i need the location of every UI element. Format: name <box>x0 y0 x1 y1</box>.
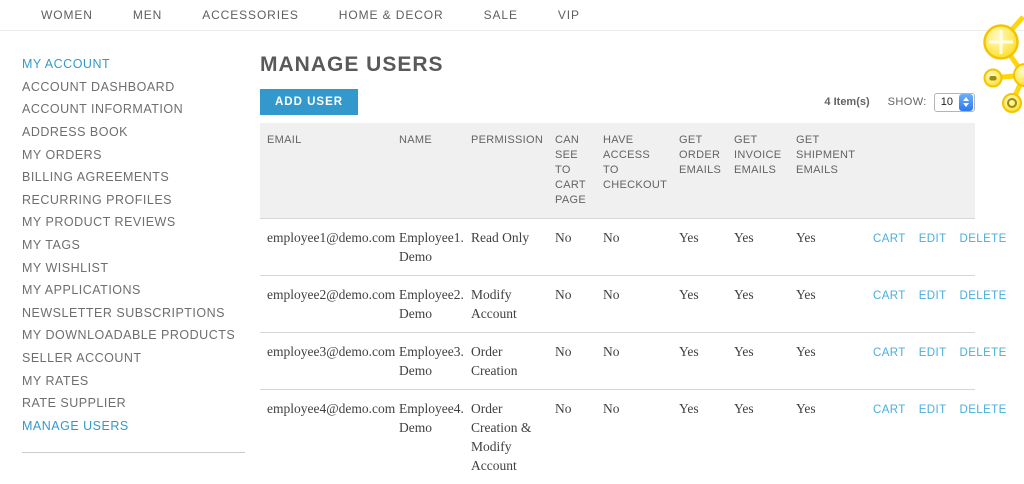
sidebar-item-account-dashboard[interactable]: ACCOUNT DASHBOARD <box>22 76 260 99</box>
cell-actions: CARTEDITDELETE <box>853 276 975 333</box>
column-header-have-access-to-checkout: HAVE ACCESS TO CHECKOUT <box>596 123 672 219</box>
main-content: MANAGE USERS ADD USER 4 Item(s) SHOW: 10… <box>260 31 975 484</box>
cell-name: Employee3. Demo <box>392 333 464 390</box>
sidebar-item-billing-agreements[interactable]: BILLING AGREEMENTS <box>22 166 260 189</box>
cell-name: Employee1. Demo <box>392 219 464 276</box>
column-header-get-invoice-emails: GET INVOICE EMAILS <box>727 123 789 219</box>
cell-can-see-to-cart-page: No <box>548 333 596 390</box>
cell-name: Employee2. Demo <box>392 276 464 333</box>
cart-link[interactable]: CART <box>873 233 906 245</box>
cell-email: employee2@demo.com <box>260 276 392 333</box>
top-nav: WOMEN MEN ACCESSORIES HOME & DECOR SALE VIP <box>0 0 1024 31</box>
column-header-name: NAME <box>392 123 464 219</box>
delete-link[interactable]: DELETE <box>960 404 1007 416</box>
cell-permission: Read Only <box>464 219 548 276</box>
sidebar-divider <box>22 452 245 453</box>
page-size-select[interactable]: 10 <box>934 93 975 112</box>
sidebar-item-my-product-reviews[interactable]: MY PRODUCT REVIEWS <box>22 211 260 234</box>
cell-get-shipment-emails: Yes <box>789 333 853 390</box>
account-sidebar: MY ACCOUNTACCOUNT DASHBOARDACCOUNT INFOR… <box>0 31 260 484</box>
add-user-button[interactable]: ADD USER <box>260 89 358 115</box>
edit-link[interactable]: EDIT <box>919 290 947 302</box>
cell-get-invoice-emails: Yes <box>727 219 789 276</box>
cell-get-shipment-emails: Yes <box>789 276 853 333</box>
table-head: EMAILNAMEPERMISSIONCAN SEE TO CART PAGEH… <box>260 123 975 219</box>
cell-get-order-emails: Yes <box>672 219 727 276</box>
nav-item-accessories[interactable]: ACCESSORIES <box>202 8 299 22</box>
column-header-actions <box>853 123 975 219</box>
table-row: employee1@demo.comEmployee1. DemoRead On… <box>260 219 975 276</box>
column-header-can-see-to-cart-page: CAN SEE TO CART PAGE <box>548 123 596 219</box>
item-count: 4 Item(s) <box>824 96 869 108</box>
sidebar-item-rate-supplier[interactable]: RATE SUPPLIER <box>22 392 260 415</box>
table-row: employee3@demo.comEmployee3. DemoOrder C… <box>260 333 975 390</box>
column-header-email: EMAIL <box>260 123 392 219</box>
sidebar-item-my-tags[interactable]: MY TAGS <box>22 234 260 257</box>
table-row: employee2@demo.comEmployee2. DemoModify … <box>260 276 975 333</box>
cell-actions: CARTEDITDELETE <box>853 333 975 390</box>
cell-can-see-to-cart-page: No <box>548 219 596 276</box>
cell-actions: CARTEDITDELETE <box>853 219 975 276</box>
nav-item-vip[interactable]: VIP <box>558 8 580 22</box>
page-size-value: 10 <box>935 96 959 108</box>
cell-get-invoice-emails: Yes <box>727 333 789 390</box>
cell-have-access-to-checkout: No <box>596 333 672 390</box>
column-header-permission: PERMISSION <box>464 123 548 219</box>
delete-link[interactable]: DELETE <box>960 233 1007 245</box>
cart-link[interactable]: CART <box>873 290 906 302</box>
nav-item-men[interactable]: MEN <box>133 8 162 22</box>
sidebar-item-my-rates[interactable]: MY RATES <box>22 369 260 392</box>
edit-link[interactable]: EDIT <box>919 404 947 416</box>
cell-have-access-to-checkout: No <box>596 276 672 333</box>
page-layout: MY ACCOUNTACCOUNT DASHBOARDACCOUNT INFOR… <box>0 31 1024 484</box>
sidebar-item-my-downloadable-products[interactable]: MY DOWNLOADABLE PRODUCTS <box>22 324 260 347</box>
chevron-down-icon <box>963 103 969 107</box>
column-header-get-order-emails: GET ORDER EMAILS <box>672 123 727 219</box>
cell-permission: Order Creation <box>464 333 548 390</box>
nav-item-women[interactable]: WOMEN <box>41 8 93 22</box>
table-body: employee1@demo.comEmployee1. DemoRead On… <box>260 219 975 484</box>
cell-permission: Modify Account <box>464 276 548 333</box>
sidebar-item-my-applications[interactable]: MY APPLICATIONS <box>22 279 260 302</box>
delete-link[interactable]: DELETE <box>960 347 1007 359</box>
sidebar-item-manage-users[interactable]: MANAGE USERS <box>22 415 260 438</box>
cell-have-access-to-checkout: No <box>596 219 672 276</box>
delete-link[interactable]: DELETE <box>960 290 1007 302</box>
sidebar-item-my-orders[interactable]: MY ORDERS <box>22 143 260 166</box>
cart-link[interactable]: CART <box>873 347 906 359</box>
cell-get-order-emails: Yes <box>672 333 727 390</box>
nav-item-sale[interactable]: SALE <box>484 8 518 22</box>
sidebar-item-address-book[interactable]: ADDRESS BOOK <box>22 121 260 144</box>
chevron-up-icon <box>963 97 969 101</box>
sidebar-item-account-information[interactable]: ACCOUNT INFORMATION <box>22 98 260 121</box>
edit-link[interactable]: EDIT <box>919 347 947 359</box>
sidebar-item-seller-account[interactable]: SELLER ACCOUNT <box>22 347 260 370</box>
cell-get-shipment-emails: Yes <box>789 219 853 276</box>
cell-get-invoice-emails: Yes <box>727 276 789 333</box>
nav-item-home-decor[interactable]: HOME & DECOR <box>339 8 444 22</box>
table-header-row: EMAILNAMEPERMISSIONCAN SEE TO CART PAGEH… <box>260 123 975 219</box>
sidebar-item-my-account[interactable]: MY ACCOUNT <box>22 53 260 76</box>
pager: 4 Item(s) SHOW: 10 <box>824 93 975 112</box>
sidebar-item-my-wishlist[interactable]: MY WISHLIST <box>22 256 260 279</box>
cell-get-order-emails: Yes <box>672 276 727 333</box>
cell-email: employee3@demo.com <box>260 333 392 390</box>
cell-can-see-to-cart-page: No <box>548 276 596 333</box>
users-table: EMAILNAMEPERMISSIONCAN SEE TO CART PAGEH… <box>260 123 975 484</box>
cart-link[interactable]: CART <box>873 404 906 416</box>
select-stepper-icon <box>959 94 973 111</box>
show-label: SHOW: <box>888 96 927 108</box>
toolbar: ADD USER 4 Item(s) SHOW: 10 <box>260 89 975 115</box>
edit-link[interactable]: EDIT <box>919 233 947 245</box>
sidebar-item-recurring-profiles[interactable]: RECURRING PROFILES <box>22 189 260 212</box>
column-header-get-shipment-emails: GET SHIPMENT EMAILS <box>789 123 853 219</box>
cell-email: employee1@demo.com <box>260 219 392 276</box>
page-title: MANAGE USERS <box>260 54 975 76</box>
sidebar-nav: MY ACCOUNTACCOUNT DASHBOARDACCOUNT INFOR… <box>22 53 260 437</box>
sidebar-item-newsletter-subscriptions[interactable]: NEWSLETTER SUBSCRIPTIONS <box>22 302 260 325</box>
